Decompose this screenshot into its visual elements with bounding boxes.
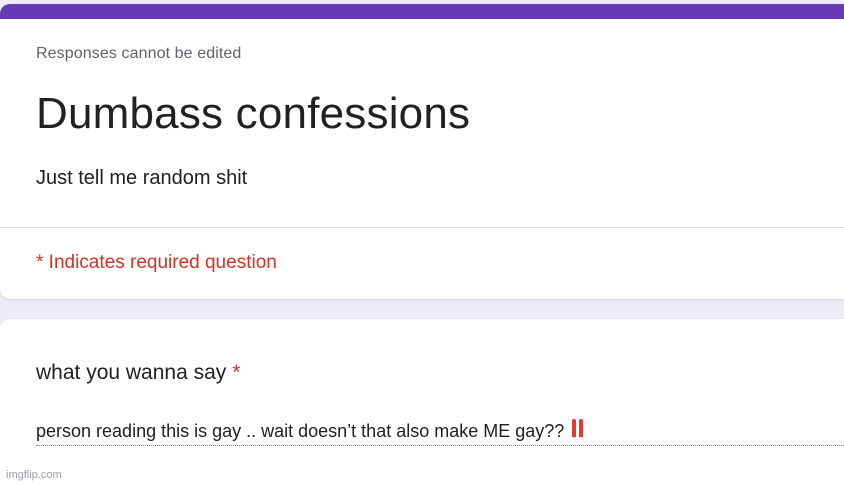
responses-notice: Responses cannot be edited bbox=[36, 45, 242, 62]
imgflip-watermark: imgflip.com bbox=[6, 469, 62, 481]
answer-field[interactable]: person reading this is gay .. wait doesn… bbox=[36, 419, 844, 446]
double-exclamation-mark-icon bbox=[572, 419, 584, 440]
question-card: what you wanna say * person reading this … bbox=[0, 319, 844, 484]
form-header-card: Responses cannot be edited Dumbass confe… bbox=[0, 4, 844, 299]
question-title-text: what you wanna say bbox=[36, 361, 227, 384]
header-divider bbox=[0, 227, 844, 228]
form-description: Just tell me random shit bbox=[36, 167, 248, 189]
answer-text: person reading this is gay .. wait doesn… bbox=[36, 421, 565, 441]
form-page: Responses cannot be edited Dumbass confe… bbox=[0, 0, 844, 484]
form-title: Dumbass confessions bbox=[36, 89, 471, 138]
required-asterisk: * bbox=[232, 361, 241, 384]
question-title: what you wanna say * bbox=[36, 361, 240, 385]
required-question-note: * Indicates required question bbox=[36, 252, 277, 273]
